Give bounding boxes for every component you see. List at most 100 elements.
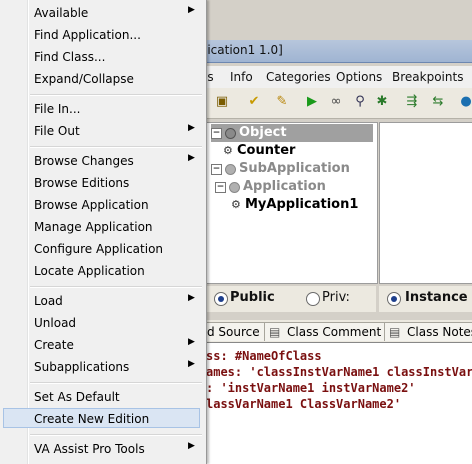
run-icon[interactable]: ▶ bbox=[304, 94, 320, 110]
window-titlebar[interactable]: lication1 1.0] bbox=[200, 40, 472, 63]
globe-icon[interactable]: ● bbox=[458, 94, 472, 110]
menu-info[interactable]: Info bbox=[230, 70, 253, 84]
tree-label: Counter bbox=[237, 143, 296, 158]
inspect-icon[interactable]: ∞ bbox=[328, 94, 344, 110]
code-line: lassVarName1 ClassVarName2' bbox=[206, 397, 402, 411]
menu-breakpoints[interactable]: Breakpoints bbox=[392, 70, 463, 84]
method-list-pane[interactable] bbox=[379, 122, 472, 284]
menu-label: Create New Edition bbox=[34, 412, 150, 426]
pencil-icon[interactable]: ✎ bbox=[274, 94, 290, 110]
gear-icon: ⚙ bbox=[231, 198, 241, 211]
clipboard-icon[interactable]: ▣ bbox=[214, 94, 230, 110]
menu-separator bbox=[30, 286, 202, 288]
menu-item-file-in[interactable]: File In... bbox=[0, 98, 204, 120]
submenu-arrow-icon: ▶ bbox=[188, 359, 195, 369]
menu-label: Set As Default bbox=[34, 390, 120, 404]
scope-radio-group: Instance bbox=[379, 286, 472, 312]
menu-label: Browse Application bbox=[34, 198, 149, 212]
menu-item-unload[interactable]: Unload bbox=[0, 312, 204, 334]
menu-label: Configure Application bbox=[34, 242, 164, 256]
editor-tabs: d Source ▤ Class Comment ▤ Class Notes bbox=[200, 320, 472, 343]
menu-item-browse-editions[interactable]: Browse Editions bbox=[0, 172, 204, 194]
source-editor[interactable]: ss: #NameOfClass ames: 'classInstVarName… bbox=[200, 343, 472, 464]
visibility-radio-group: Public Priv: bbox=[206, 286, 376, 312]
submenu-arrow-icon: ▶ bbox=[188, 123, 195, 133]
menu-item-create-new-edition[interactable]: Create New Edition bbox=[3, 408, 200, 428]
menu-separator bbox=[30, 382, 202, 384]
window-title: lication1 1.0] bbox=[204, 43, 283, 57]
hierarchy-icon[interactable]: ⇶ bbox=[404, 94, 420, 110]
public-radio[interactable] bbox=[214, 292, 228, 306]
menu-label: Locate Application bbox=[34, 264, 145, 278]
class-icon bbox=[225, 164, 236, 175]
instance-radio[interactable] bbox=[387, 292, 401, 306]
menu-categories[interactable]: Categories bbox=[266, 70, 331, 84]
menu-separator bbox=[30, 146, 202, 148]
menu-label: Subapplications bbox=[34, 360, 130, 374]
collapse-icon[interactable]: − bbox=[211, 128, 222, 139]
menu-item-expand-collapse[interactable]: Expand/Collapse bbox=[0, 68, 204, 90]
menu-label: Create bbox=[34, 338, 74, 352]
menu-item-set-as-default[interactable]: Set As Default bbox=[0, 386, 204, 408]
tree-item-object[interactable]: − Object bbox=[211, 124, 373, 142]
menu-label: File In... bbox=[34, 102, 81, 116]
collapse-icon[interactable]: − bbox=[215, 182, 226, 193]
menu-item-subapplications[interactable]: Subapplications ▶ bbox=[0, 356, 204, 378]
tree-label: Application bbox=[243, 179, 326, 194]
menu-label: VA Assist Pro Tools bbox=[34, 442, 145, 456]
submenu-arrow-icon: ▶ bbox=[188, 153, 195, 163]
menu-item-manage-application[interactable]: Manage Application bbox=[0, 216, 204, 238]
menu-label: Unload bbox=[34, 316, 77, 330]
tab-class-comment[interactable]: ▤ Class Comment bbox=[264, 322, 387, 341]
check-icon[interactable]: ✔ bbox=[246, 94, 262, 110]
submenu-arrow-icon: ▶ bbox=[188, 293, 195, 303]
tab-label: Class Notes bbox=[407, 325, 472, 339]
menu-item-find-application[interactable]: Find Application... bbox=[0, 24, 204, 46]
tree-label: SubApplication bbox=[239, 161, 350, 176]
menu-item-find-class[interactable]: Find Class... bbox=[0, 46, 204, 68]
submenu-arrow-icon: ▶ bbox=[188, 337, 195, 347]
private-label: Priv: bbox=[322, 290, 350, 305]
menu-item-create[interactable]: Create ▶ bbox=[0, 334, 204, 356]
menu-item-configure-application[interactable]: Configure Application bbox=[0, 238, 204, 260]
instance-label: Instance bbox=[405, 290, 468, 305]
collapse-icon[interactable]: − bbox=[211, 164, 222, 175]
class-icon bbox=[229, 182, 240, 193]
bug-icon[interactable]: ✱ bbox=[374, 94, 390, 110]
private-radio[interactable] bbox=[306, 292, 320, 306]
menu-item-browse-application[interactable]: Browse Application bbox=[0, 194, 204, 216]
class-tree[interactable]: − Object ⚙ Counter − SubApplication − Ap… bbox=[206, 122, 378, 284]
code-line: : 'instVarName1 instVarName2' bbox=[206, 381, 416, 395]
menu-item-va-assist-pro-tools[interactable]: VA Assist Pro Tools ▶ bbox=[0, 438, 204, 460]
menu-item-browse-changes[interactable]: Browse Changes ▶ bbox=[0, 150, 204, 172]
menu-item-file-out[interactable]: File Out ▶ bbox=[0, 120, 204, 142]
submenu-arrow-icon: ▶ bbox=[188, 441, 195, 451]
tab-class-notes[interactable]: ▤ Class Notes bbox=[384, 322, 472, 341]
menu-label: Expand/Collapse bbox=[34, 72, 134, 86]
menu-label: Browse Editions bbox=[34, 176, 130, 190]
connect-icon[interactable]: ⇆ bbox=[430, 94, 446, 110]
menu-item-available[interactable]: Available ▶ bbox=[0, 2, 204, 24]
class-icon bbox=[225, 128, 236, 139]
menu-label: Browse Changes bbox=[34, 154, 134, 168]
document-icon: ▤ bbox=[269, 325, 281, 339]
menu-label: Find Application... bbox=[34, 28, 141, 42]
code-line: ss: #NameOfClass bbox=[206, 349, 322, 363]
menu-item-locate-application[interactable]: Locate Application bbox=[0, 260, 204, 282]
tab-source[interactable]: d Source bbox=[202, 322, 265, 341]
code-line: ames: 'classInstVarName1 classInstVarN bbox=[206, 365, 472, 379]
notes-icon: ▤ bbox=[389, 325, 401, 339]
submenu-arrow-icon: ▶ bbox=[188, 5, 195, 15]
gear-icon: ⚙ bbox=[223, 144, 233, 157]
menu-separator bbox=[30, 434, 202, 436]
menu-label: File Out bbox=[34, 124, 80, 138]
context-menu: Available ▶ Find Application... Find Cla… bbox=[0, 0, 207, 464]
public-label: Public bbox=[230, 290, 275, 305]
tab-label: Class Comment bbox=[287, 325, 382, 339]
menubar: es Info Categories Options Breakpoints bbox=[200, 66, 472, 89]
menu-separator bbox=[30, 94, 202, 96]
search-icon[interactable]: ⚲ bbox=[352, 94, 368, 110]
menu-item-load[interactable]: Load ▶ bbox=[0, 290, 204, 312]
menu-label: Find Class... bbox=[34, 50, 106, 64]
menu-options[interactable]: Options bbox=[336, 70, 382, 84]
